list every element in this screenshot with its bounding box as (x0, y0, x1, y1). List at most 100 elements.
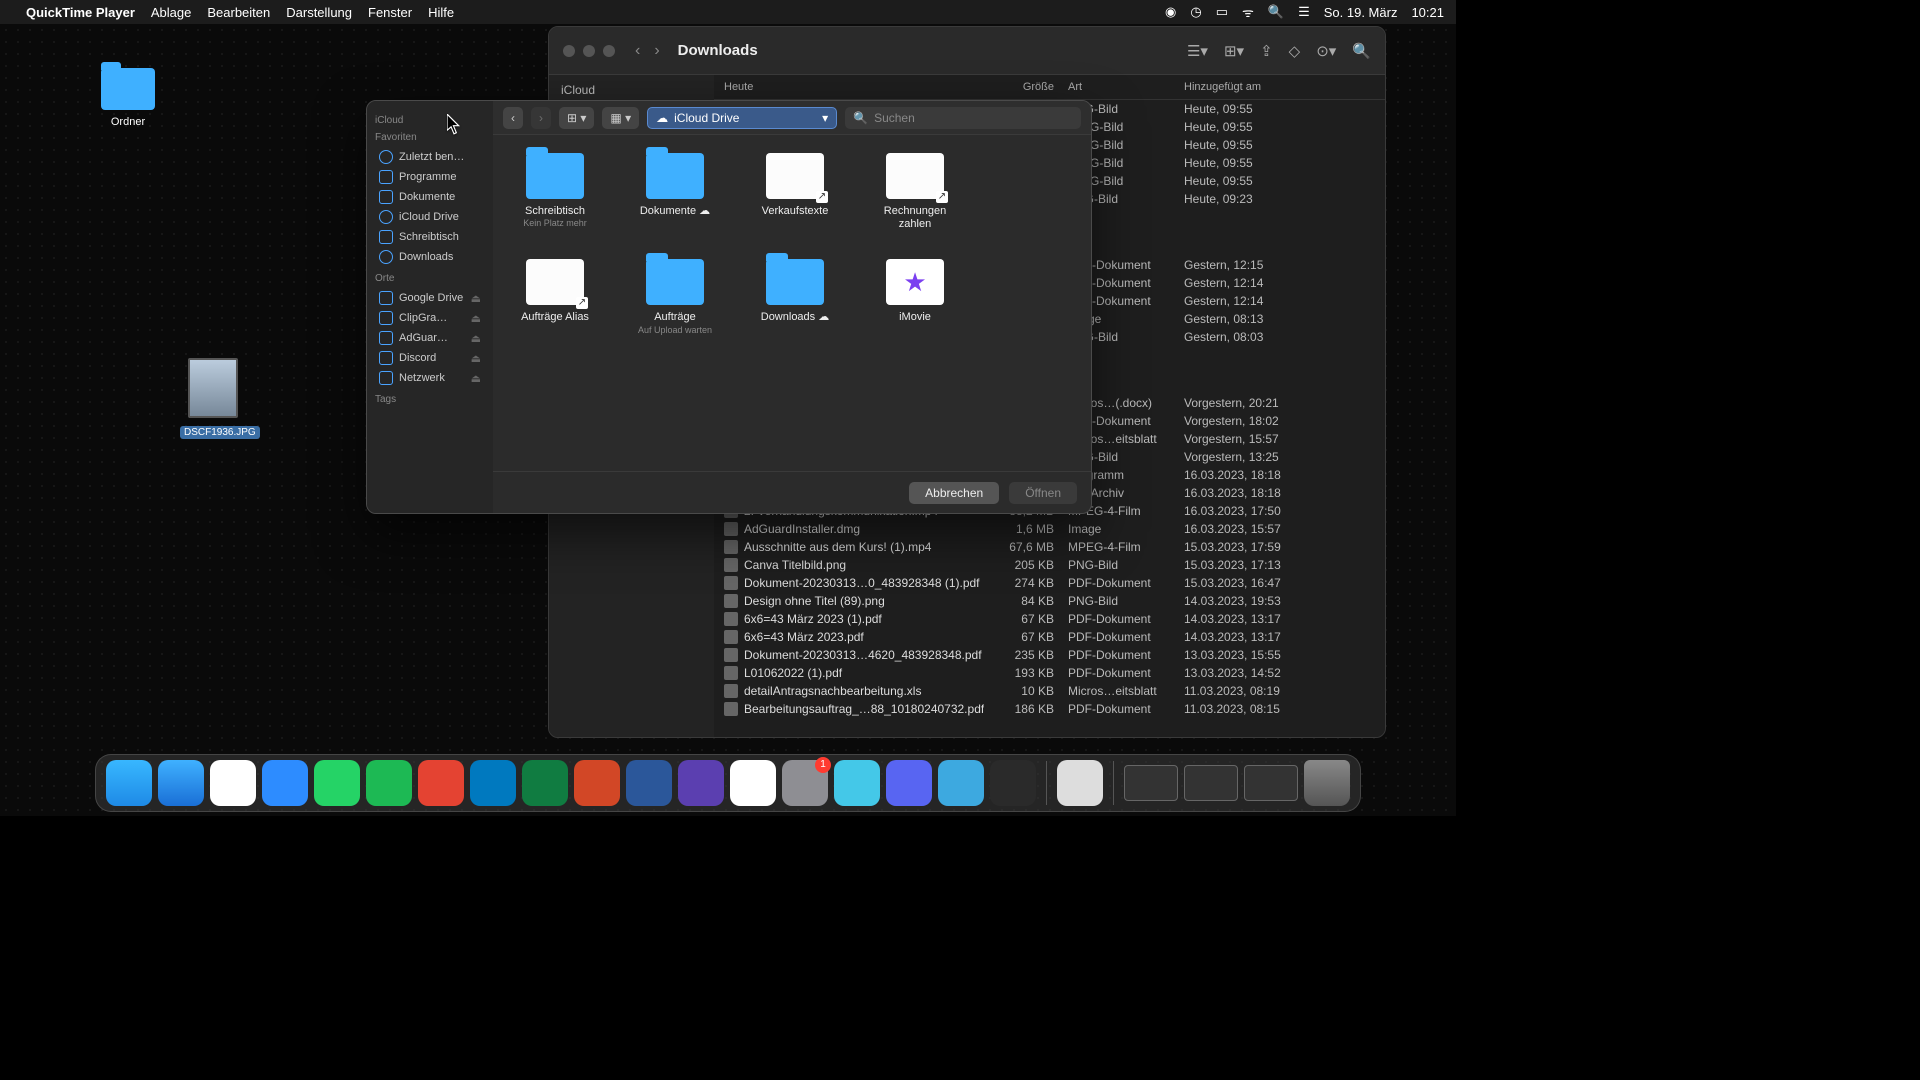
open-button[interactable]: Öffnen (1009, 482, 1077, 504)
dialog-item[interactable]: SchreibtischKein Platz mehr (515, 153, 595, 231)
finder-nav: ‹ › (635, 42, 660, 60)
dock-app-zoom[interactable] (262, 760, 308, 806)
screen-record-icon[interactable]: ◉ (1165, 4, 1176, 20)
dialog-item[interactable]: Dokumente ☁ (635, 153, 715, 231)
menubar: QuickTime Player Ablage Bearbeiten Darst… (0, 0, 1456, 24)
dock-minimized-window[interactable] (1124, 765, 1178, 801)
column-headers[interactable]: Heute Größe Art Hinzugefügt am (714, 75, 1385, 100)
table-row[interactable]: Dokument-20230313…0_483928348 (1).pdf274… (714, 574, 1385, 592)
spotlight-icon[interactable]: 🔍 (1268, 4, 1284, 20)
table-row[interactable]: Ausschnitte aus dem Kurs! (1).mp467,6 MB… (714, 538, 1385, 556)
sidebar-item[interactable]: AdGuar…⏏ (375, 328, 485, 348)
table-row[interactable]: Canva Titelbild.png205 KBPNG-Bild15.03.2… (714, 556, 1385, 574)
sidebar-item[interactable]: Programme (375, 167, 485, 187)
dock-app-todoist[interactable] (418, 760, 464, 806)
menubar-time[interactable]: 10:21 (1411, 5, 1444, 20)
sidebar-orte-header: Orte (375, 273, 485, 284)
table-row[interactable]: AdGuardInstaller.dmg1,6 MBImage16.03.202… (714, 520, 1385, 538)
control-center-icon[interactable]: ☰ (1298, 4, 1310, 20)
menu-fenster[interactable]: Fenster (368, 5, 412, 20)
forward-button[interactable]: › (654, 42, 659, 60)
dock-app-audio[interactable] (990, 760, 1036, 806)
search-icon[interactable]: 🔍 (1352, 42, 1371, 60)
table-row[interactable]: 6x6=43 März 2023 (1).pdf67 KBPDF-Dokumen… (714, 610, 1385, 628)
dock-minimized-window[interactable] (1244, 765, 1298, 801)
sidebar-item[interactable]: Downloads (375, 247, 485, 267)
icon-view-button[interactable]: ⊞ ▾ (559, 107, 594, 129)
dock-minimized-window[interactable] (1184, 765, 1238, 801)
dock-trash[interactable] (1304, 760, 1350, 806)
menu-hilfe[interactable]: Hilfe (428, 5, 454, 20)
sidebar-item[interactable]: Zuletzt ben… (375, 147, 485, 167)
dock-app-whatsapp[interactable] (314, 760, 360, 806)
sidebar-item[interactable]: Discord⏏ (375, 348, 485, 368)
dialog-icon-area[interactable]: SchreibtischKein Platz mehr Dokumente ☁ Ve… (493, 135, 1091, 471)
sidebar-item[interactable]: Google Drive⏏ (375, 288, 485, 308)
sidebar-item[interactable]: Schreibtisch (375, 227, 485, 247)
dock-app-powerpoint[interactable] (574, 760, 620, 806)
sidebar-item[interactable]: iCloud Drive (375, 207, 485, 227)
dock[interactable]: 1 (95, 754, 1361, 812)
col-name[interactable]: Heute (724, 81, 984, 93)
dock-app-imovie[interactable] (678, 760, 724, 806)
dock-launchpad[interactable] (1057, 760, 1103, 806)
dialog-item[interactable]: Aufträge Alias (515, 259, 595, 334)
app-name[interactable]: QuickTime Player (26, 5, 135, 20)
desktop-image-file[interactable]: DSCF1936.JPG (180, 358, 246, 440)
window-controls[interactable] (563, 45, 615, 57)
desktop-folder[interactable]: Ordner (100, 68, 156, 128)
share-icon[interactable]: ⇪ (1260, 42, 1273, 60)
dock-app-spotify[interactable] (366, 760, 412, 806)
sidebar-item[interactable]: Dokumente (375, 187, 485, 207)
table-row[interactable]: Design ohne Titel (89).png84 KBPNG-Bild1… (714, 592, 1385, 610)
dialog-item[interactable]: Rechnungen zahlen (875, 153, 955, 231)
cancel-button[interactable]: Abbrechen (909, 482, 999, 504)
view-list-icon[interactable]: ☰▾ (1187, 42, 1208, 60)
dock-app-chrome[interactable] (210, 760, 256, 806)
dock-app-app-a[interactable] (834, 760, 880, 806)
dialog-item[interactable]: AufträgeAuf Upload warten (635, 259, 715, 334)
dock-app-excel[interactable] (522, 760, 568, 806)
dialog-search[interactable]: 🔍 Suchen (845, 107, 1081, 129)
dock-app-quicktime[interactable] (938, 760, 984, 806)
finder-title: Downloads (678, 42, 758, 59)
tag-icon[interactable]: ◇ (1289, 42, 1301, 60)
menu-darstellung[interactable]: Darstellung (286, 5, 352, 20)
folder-icon (101, 68, 155, 110)
table-row[interactable]: detailAntragsnachbearbeitung.xls10 KBMic… (714, 682, 1385, 700)
group-icon[interactable]: ⊞▾ (1224, 42, 1244, 60)
menu-bearbeiten[interactable]: Bearbeiten (207, 5, 270, 20)
sidebar-item[interactable]: Netzwerk⏏ (375, 368, 485, 388)
location-selector[interactable]: ☁ iCloud Drive▾ (647, 107, 837, 129)
menu-ablage[interactable]: Ablage (151, 5, 191, 20)
action-icon[interactable]: ⊙▾ (1316, 42, 1336, 60)
col-added[interactable]: Hinzugefügt am (1184, 81, 1375, 93)
dock-app-discord[interactable] (886, 760, 932, 806)
dock-app-settings[interactable]: 1 (782, 760, 828, 806)
col-kind[interactable]: Art (1054, 81, 1184, 93)
clock-icon[interactable]: ◷ (1190, 4, 1201, 20)
battery-icon[interactable]: ▭ (1216, 4, 1228, 20)
table-row[interactable]: L01062022 (1).pdf193 KBPDF-Dokument13.03… (714, 664, 1385, 682)
dialog-forward-button[interactable]: › (531, 107, 551, 129)
dialog-back-button[interactable]: ‹ (503, 107, 523, 129)
dock-app-finder[interactable] (106, 760, 152, 806)
col-size[interactable]: Größe (984, 81, 1054, 93)
table-row[interactable]: 6x6=43 März 2023.pdf67 KBPDF-Dokument14.… (714, 628, 1385, 646)
table-row[interactable]: Bearbeitungsauftrag_…88_10180240732.pdf1… (714, 700, 1385, 718)
dialog-item[interactable]: Downloads ☁ (755, 259, 835, 334)
wifi-icon[interactable]: ᯤ (1242, 3, 1254, 21)
sidebar-item[interactable]: ClipGra…⏏ (375, 308, 485, 328)
menubar-date[interactable]: So. 19. März (1324, 5, 1398, 20)
table-row[interactable]: Dokument-20230313…4620_483928348.pdf235 … (714, 646, 1385, 664)
back-button[interactable]: ‹ (635, 42, 640, 60)
dock-app-word[interactable] (626, 760, 672, 806)
sidebar-favoriten-header: Favoriten (375, 132, 485, 143)
dock-app-gdrive[interactable] (730, 760, 776, 806)
dock-app-safari[interactable] (158, 760, 204, 806)
dock-app-trello[interactable] (470, 760, 516, 806)
group-view-button[interactable]: ▦ ▾ (602, 107, 639, 129)
dialog-item[interactable]: ★iMovie (875, 259, 955, 334)
open-dialog[interactable]: iCloud Favoriten Zuletzt ben…ProgrammeDo… (366, 100, 1092, 514)
dialog-item[interactable]: Verkaufstexte (755, 153, 835, 231)
